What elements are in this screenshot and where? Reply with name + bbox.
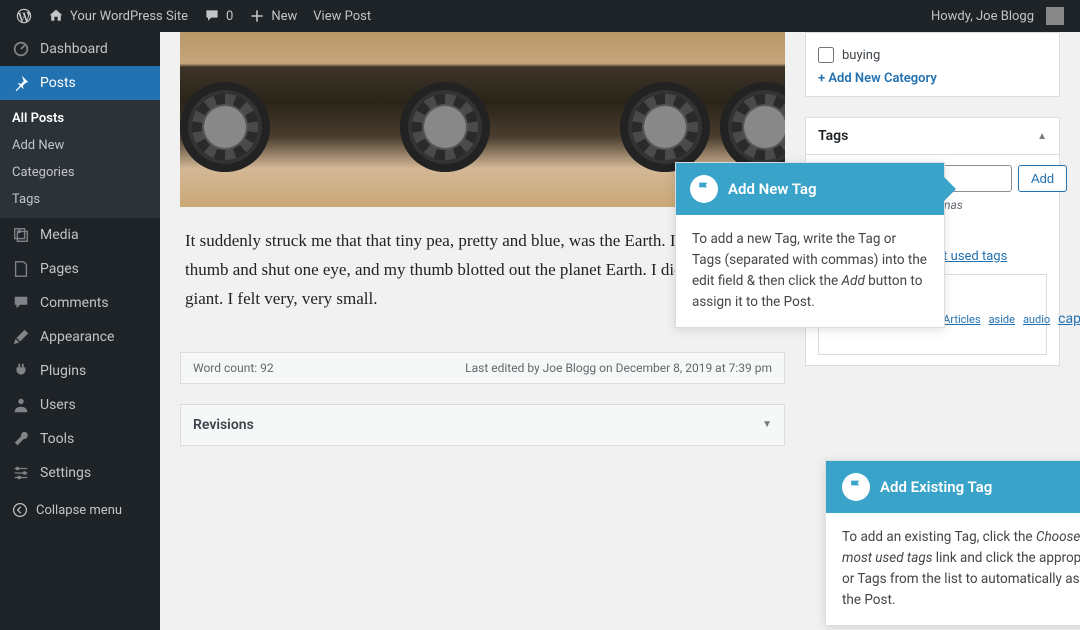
comments-link[interactable]: 0 xyxy=(196,0,241,32)
admin-menu: Dashboard Posts All Posts Add New Catego… xyxy=(0,32,160,630)
comments-icon xyxy=(12,294,30,312)
menu-comments[interactable]: Comments xyxy=(0,286,160,320)
submenu-posts: All Posts Add New Categories Tags xyxy=(0,100,160,218)
home-icon xyxy=(48,8,64,24)
callout-add-existing-tag: Add Existing Tag To add an existing Tag,… xyxy=(825,460,1080,626)
revisions-panel[interactable]: Revisions▼ xyxy=(180,404,785,446)
menu-media[interactable]: Media xyxy=(0,218,160,252)
add-category-link[interactable]: + Add New Category xyxy=(818,71,937,86)
media-icon xyxy=(12,226,30,244)
wrench-icon xyxy=(12,430,30,448)
word-count: Word count: 92 xyxy=(193,361,274,375)
add-tag-button[interactable]: Add xyxy=(1018,165,1067,192)
flag-icon xyxy=(842,473,870,501)
viewpost-link[interactable]: View Post xyxy=(305,0,379,32)
menu-tools[interactable]: Tools xyxy=(0,422,160,456)
collapse-icon xyxy=(12,502,28,518)
callout-add-new-tag: Add New Tag To add a new Tag, write the … xyxy=(675,162,945,328)
category-item[interactable]: buying xyxy=(818,43,1047,67)
tag-cloud-item[interactable]: audio xyxy=(1023,313,1050,326)
admin-bar: Your WordPress Site 0 New View Post Howd… xyxy=(0,0,1080,32)
submenu-tags[interactable]: Tags xyxy=(0,186,160,213)
site-name-link[interactable]: Your WordPress Site xyxy=(40,0,196,32)
pin-icon xyxy=(12,74,30,92)
menu-posts[interactable]: Posts xyxy=(0,66,160,100)
tags-panel-header[interactable]: Tags▲ xyxy=(806,118,1059,155)
chevron-down-icon: ▼ xyxy=(762,419,772,430)
tag-cloud-item[interactable]: aside xyxy=(989,313,1015,326)
last-edited: Last edited by Joe Blogg on December 8, … xyxy=(465,361,772,375)
menu-plugins[interactable]: Plugins xyxy=(0,354,160,388)
account-link[interactable]: Howdy, Joe Blogg xyxy=(923,0,1072,32)
submenu-addnew[interactable]: Add New xyxy=(0,132,160,159)
wp-logo[interactable] xyxy=(8,0,40,32)
flag-icon xyxy=(690,175,718,203)
submenu-allposts[interactable]: All Posts xyxy=(0,105,160,132)
menu-appearance[interactable]: Appearance xyxy=(0,320,160,354)
menu-dashboard[interactable]: Dashboard xyxy=(0,32,160,66)
menu-settings[interactable]: Settings xyxy=(0,456,160,490)
categories-panel: buying + Add New Category xyxy=(805,32,1060,97)
new-link[interactable]: New xyxy=(241,0,305,32)
plus-icon xyxy=(249,8,265,24)
category-checkbox[interactable] xyxy=(818,47,834,63)
editor-status-bar: Word count: 92 Last edited by Joe Blogg … xyxy=(180,352,785,384)
sliders-icon xyxy=(12,464,30,482)
brush-icon xyxy=(12,328,30,346)
submenu-categories[interactable]: Categories xyxy=(0,159,160,186)
avatar xyxy=(1046,7,1064,25)
tag-cloud-item[interactable]: captions xyxy=(1058,311,1080,327)
chevron-up-icon: ▲ xyxy=(1037,131,1047,142)
menu-users[interactable]: Users xyxy=(0,388,160,422)
comment-icon xyxy=(204,8,220,24)
tag-cloud-item[interactable]: Articles xyxy=(943,313,980,326)
page-icon xyxy=(12,260,30,278)
plug-icon xyxy=(12,362,30,380)
dashboard-icon xyxy=(12,40,30,58)
wordpress-icon xyxy=(16,8,32,24)
editor-column: It suddenly struck me that that tiny pea… xyxy=(180,32,785,630)
user-icon xyxy=(12,396,30,414)
menu-pages[interactable]: Pages xyxy=(0,252,160,286)
collapse-menu[interactable]: Collapse menu xyxy=(0,494,160,526)
